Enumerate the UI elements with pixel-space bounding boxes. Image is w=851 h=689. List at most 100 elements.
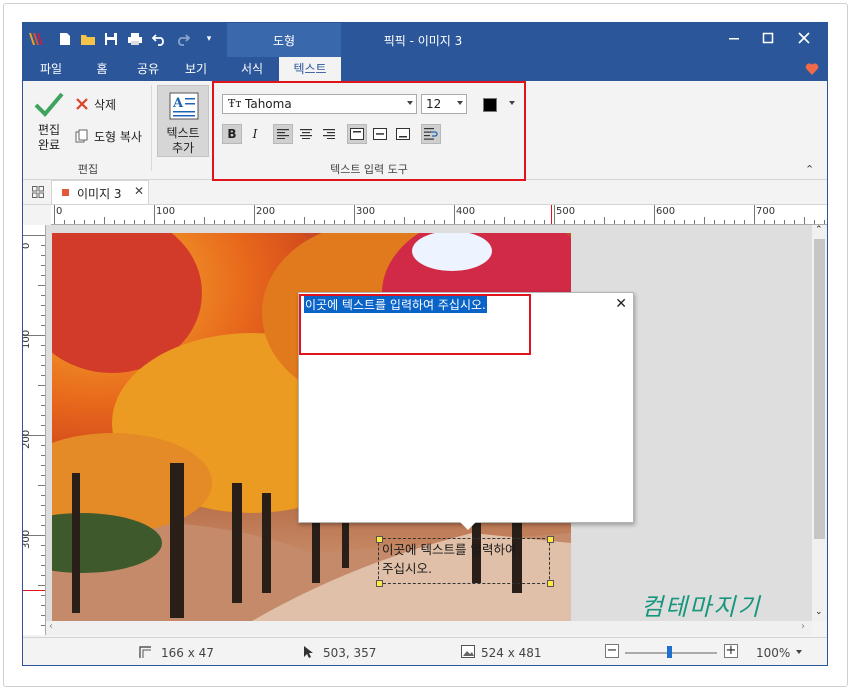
close-tab-icon[interactable]: ✕ (134, 184, 144, 198)
ruler-label: 200 (256, 206, 276, 217)
tab-format[interactable]: 서식 (229, 57, 275, 81)
font-color-button[interactable] (479, 95, 515, 113)
zoom-dropdown-icon[interactable] (796, 650, 802, 654)
ruler-tick (424, 220, 425, 224)
ruler-tick (514, 220, 515, 224)
ruler-tick (41, 325, 45, 326)
ruler-label: 300 (356, 206, 376, 217)
font-color-dropdown-icon (509, 101, 515, 105)
vertical-scroll-thumb[interactable] (814, 239, 825, 539)
ruler-tick (224, 220, 225, 224)
font-name-combo[interactable]: Ŧт Tahoma (222, 94, 417, 114)
edit-done-button[interactable]: 편집 완료 (29, 87, 69, 157)
ruler-tick (614, 220, 615, 224)
ruler-tick (784, 220, 785, 224)
scroll-left-icon[interactable]: ‹ (49, 621, 53, 632)
zoom-value[interactable]: 100% (756, 646, 790, 660)
add-text-button[interactable]: A 텍스트 추가 (157, 85, 209, 157)
new-file-icon[interactable] (57, 31, 73, 47)
word-wrap-button[interactable] (421, 124, 441, 144)
ruler-tick (114, 220, 115, 224)
ruler-label: 300 (23, 529, 32, 549)
align-center-button[interactable] (296, 124, 316, 144)
ruler-label: 100 (156, 206, 176, 217)
valign-top-button[interactable] (347, 124, 367, 144)
ruler-tick (494, 220, 495, 224)
valign-middle-button[interactable] (370, 124, 390, 144)
ruler-tick (624, 220, 625, 224)
ruler-tick (194, 220, 195, 224)
tab-share[interactable]: 공유 (127, 57, 169, 81)
ribbon-tabbar: 파일 홈 공유 보기 서식 텍스트 (23, 57, 827, 81)
ruler-tick (154, 205, 155, 224)
ruler-tick (234, 220, 235, 224)
tab-view[interactable]: 보기 (175, 57, 217, 81)
ruler-tick (41, 425, 45, 426)
ruler-tick (124, 220, 125, 224)
valign-bottom-button[interactable] (393, 124, 413, 144)
grid-view-icon[interactable] (32, 186, 44, 198)
scroll-down-icon[interactable]: ⌄ (815, 607, 823, 617)
resize-handle[interactable] (547, 580, 554, 587)
ruler-tick (41, 245, 45, 246)
document-tab-label: 이미지 3 (77, 187, 122, 201)
undo-icon[interactable] (151, 31, 167, 47)
print-icon[interactable] (127, 31, 143, 47)
ruler-tick (74, 220, 75, 224)
align-right-button[interactable] (319, 124, 339, 144)
document-tab[interactable]: 이미지 3 ✕ (51, 180, 149, 204)
ribbon-collapse-icon[interactable]: ⌃ (805, 163, 814, 176)
ruler-tick (41, 495, 45, 496)
tab-home[interactable]: 홈 (81, 57, 123, 81)
context-tab-group-label: 도형 (272, 34, 296, 48)
maximize-button[interactable] (751, 27, 785, 53)
copy-shape-button[interactable]: 도형 복사 (75, 127, 153, 145)
redo-icon[interactable] (175, 31, 191, 47)
resize-handle[interactable] (376, 580, 383, 587)
resize-handle[interactable] (376, 536, 383, 543)
tab-file[interactable]: 파일 (29, 57, 73, 81)
ruler-tick (41, 395, 45, 396)
ruler-label: 700 (756, 206, 776, 217)
ruler-tick (804, 217, 805, 224)
zoom-out-button[interactable]: − (605, 644, 619, 658)
popup-close-icon[interactable]: ✕ (615, 296, 627, 312)
text-input-popup[interactable]: 이곳에 텍스트를 입력하여 주십시오. ✕ (298, 292, 634, 530)
font-size-combo[interactable]: 12 (421, 94, 467, 114)
horizontal-scrollbar[interactable]: ‹ › (46, 621, 812, 635)
ruler-tick (41, 525, 45, 526)
italic-button[interactable]: I (245, 124, 265, 144)
scroll-up-icon[interactable]: ⌃ (815, 225, 823, 235)
image-doc-icon (62, 189, 69, 196)
ruler-tick (41, 255, 45, 256)
save-icon[interactable] (103, 31, 119, 47)
ruler-tick (754, 205, 755, 224)
zoom-in-button[interactable]: + (724, 644, 738, 658)
tab-text[interactable]: 텍스트 (279, 57, 341, 81)
resize-handle[interactable] (547, 536, 554, 543)
ruler-tick (164, 220, 165, 224)
ruler-tick (84, 220, 85, 224)
ruler-tick (694, 220, 695, 224)
ruler-tick (364, 220, 365, 224)
vertical-scrollbar[interactable]: ⌃ ⌄ (812, 225, 827, 621)
align-left-button[interactable] (273, 124, 293, 144)
heart-icon[interactable] (805, 62, 819, 76)
ruler-tick (704, 217, 705, 224)
delete-button[interactable]: 삭제 (75, 95, 135, 113)
bold-button[interactable]: B (222, 124, 242, 144)
zoom-slider-thumb[interactable] (667, 646, 672, 658)
ruler-tick (384, 220, 385, 224)
canvas-text-shape[interactable]: 이곳에 텍스트를 입력하여 주십시오. (378, 538, 550, 584)
checkmark-icon (34, 92, 64, 117)
minimize-button[interactable] (717, 27, 751, 53)
ruler-tick (504, 217, 505, 224)
ruler-tick (774, 220, 775, 224)
ruler-tick (744, 220, 745, 224)
qat-customize-icon[interactable]: ▾ (201, 31, 217, 47)
ruler-tick (434, 220, 435, 224)
open-folder-icon[interactable] (80, 31, 96, 47)
popup-text-input[interactable]: 이곳에 텍스트를 입력하여 주십시오. (304, 296, 487, 313)
close-window-button[interactable] (787, 27, 821, 53)
scroll-right-icon[interactable]: › (801, 621, 805, 632)
